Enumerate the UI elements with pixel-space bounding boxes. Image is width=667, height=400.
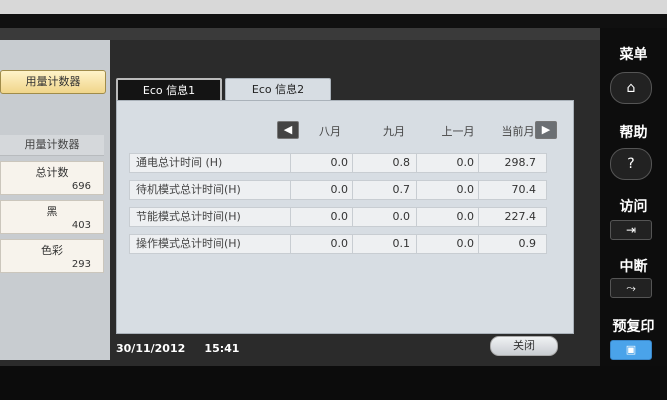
cell-separator [290, 181, 291, 199]
table-row: 节能模式总计时间(H) 0.0 0.0 0.0 227.4 [129, 207, 547, 227]
status-time: 15:41 [204, 342, 240, 355]
next-page-button[interactable]: ▶ [535, 121, 557, 139]
table-row: 操作模式总计时间(H) 0.0 0.1 0.0 0.9 [129, 234, 547, 254]
preview-icon: ▣ [625, 343, 637, 356]
close-button[interactable]: 关闭 [490, 336, 558, 356]
access-button[interactable]: ⇥ [610, 220, 652, 240]
counter-header: 用量计数器 [0, 135, 104, 156]
arrow-left-icon: ◀ [283, 123, 293, 136]
row-value: 0.9 [518, 237, 537, 250]
help-button[interactable]: ? [610, 148, 652, 180]
left-panel: 用量计数器 用量计数器 总计数 696 黑 403 色彩 293 [0, 40, 110, 360]
cell-separator [478, 208, 479, 226]
counter-total-label: 总计数 [35, 166, 69, 179]
cell-separator [352, 235, 353, 253]
preview-button[interactable]: ▣ [610, 340, 652, 360]
cell-separator [478, 181, 479, 199]
row-value: 0.1 [392, 237, 411, 250]
cell-separator [416, 208, 417, 226]
cell-separator [478, 235, 479, 253]
cell-separator [416, 181, 417, 199]
col-september: 九月 [383, 125, 405, 138]
interrupt-label: 中断 [619, 259, 648, 275]
status-date: 30/11/2012 [116, 342, 186, 355]
row-value: 0.0 [456, 210, 475, 223]
row-value: 0.0 [456, 183, 475, 196]
row-label: 待机模式总计时间(H) [136, 183, 241, 196]
row-value: 0.7 [392, 183, 411, 196]
help-icon: ? [627, 156, 635, 172]
cell-separator [352, 154, 353, 172]
counter-total-value: 696 [71, 181, 91, 192]
row-label: 通电总计时间 (H) [136, 156, 223, 169]
row-value: 0.0 [330, 183, 349, 196]
menu-label: 菜单 [619, 47, 648, 63]
hardware-buttons: 菜单 ⌂ 帮助 ? 访问 ⇥ 中断 ⤳ 预复印 ▣ [600, 28, 667, 368]
menu-button[interactable]: ⌂ [610, 72, 652, 104]
cell-separator [416, 154, 417, 172]
row-value: 0.0 [330, 237, 349, 250]
row-value: 0.0 [392, 210, 411, 223]
eco-info-panel: ◀ 八月 九月 上一月 当前月 ▶ 通电总计时间 (H) 0.0 0.8 0.0… [116, 100, 574, 334]
cell-separator [416, 235, 417, 253]
usage-counter-tab[interactable]: 用量计数器 [0, 70, 106, 94]
row-value: 70.4 [511, 183, 537, 196]
counter-black-label: 黑 [46, 205, 58, 218]
cell-separator [478, 154, 479, 172]
cell-separator [352, 181, 353, 199]
cell-separator [290, 235, 291, 253]
device-bezel-bottom [0, 366, 667, 400]
counter-color-label: 色彩 [41, 244, 63, 257]
interrupt-button[interactable]: ⤳ [610, 278, 652, 298]
access-icon: ⇥ [625, 223, 637, 237]
row-value: 0.0 [456, 156, 475, 169]
status-datetime: 30/11/2012 15:41 [116, 342, 239, 355]
device-bezel-top [0, 0, 667, 14]
preview-label: 预复印 [612, 319, 655, 335]
device-bezel-strip [0, 14, 667, 28]
col-august: 八月 [319, 125, 341, 138]
help-label: 帮助 [619, 125, 648, 141]
counter-color: 色彩 293 [0, 239, 104, 273]
table-row: 通电总计时间 (H) 0.0 0.8 0.0 298.7 [129, 153, 547, 173]
col-last-month: 上一月 [441, 125, 475, 138]
table-row: 待机模式总计时间(H) 0.0 0.7 0.0 70.4 [129, 180, 547, 200]
row-value: 0.0 [330, 210, 349, 223]
row-value: 298.7 [504, 156, 537, 169]
arrow-right-icon: ▶ [541, 123, 551, 136]
touch-screen: 用量计数器 用量计数器 总计数 696 黑 403 色彩 293 Eco 信息1… [0, 28, 600, 368]
access-label: 访问 [619, 199, 648, 215]
prev-page-button[interactable]: ◀ [277, 121, 299, 139]
row-value: 0.0 [330, 156, 349, 169]
row-value: 0.0 [456, 237, 475, 250]
cell-separator [352, 208, 353, 226]
tab-eco-info-2[interactable]: Eco 信息2 [225, 78, 331, 101]
row-value: 227.4 [504, 210, 537, 223]
row-label: 操作模式总计时间(H) [136, 237, 241, 250]
interrupt-icon: ⤳ [626, 281, 636, 295]
row-label: 节能模式总计时间(H) [136, 210, 241, 223]
home-icon: ⌂ [626, 80, 636, 96]
counter-total: 总计数 696 [0, 161, 104, 195]
counter-black-value: 403 [71, 220, 91, 231]
cell-separator [290, 208, 291, 226]
screen-topbar [0, 28, 600, 40]
row-value: 0.8 [392, 156, 411, 169]
counter-black: 黑 403 [0, 200, 104, 234]
counter-list: 用量计数器 总计数 696 黑 403 色彩 293 [0, 135, 104, 273]
cell-separator [290, 154, 291, 172]
counter-color-value: 293 [71, 259, 91, 270]
